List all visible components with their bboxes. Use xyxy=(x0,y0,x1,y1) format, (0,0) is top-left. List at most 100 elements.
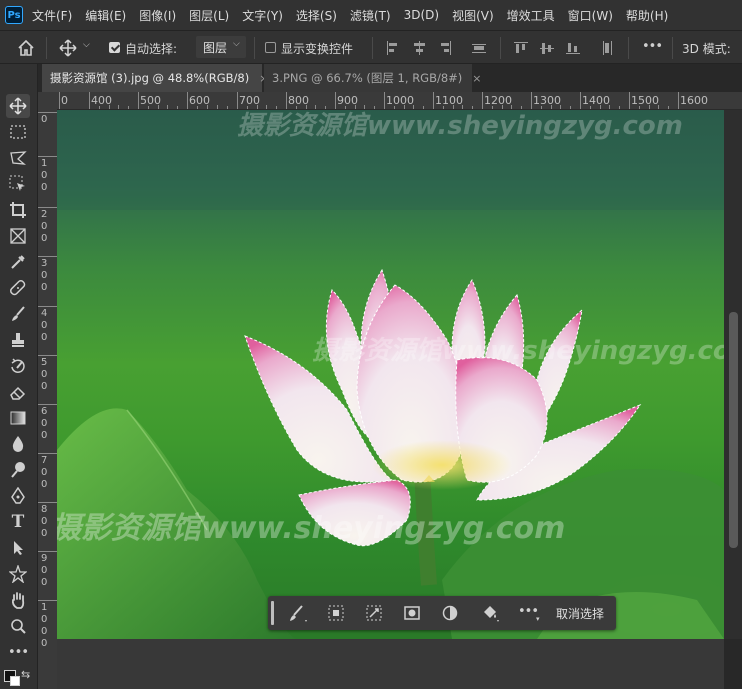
ruler-minor-tick xyxy=(462,105,464,109)
align-hcenter-icon[interactable] xyxy=(412,41,426,55)
ruler-tick xyxy=(237,92,238,109)
auto-select-dropdown[interactable]: 图层 ⌵ xyxy=(196,36,246,58)
watermark: 摄影资源馆www.sheyingzyg.com xyxy=(237,111,683,141)
ruler-label: 0 xyxy=(41,233,48,244)
menu-edit[interactable]: 编辑(E) xyxy=(85,7,126,24)
menu-plugins[interactable]: 增效工具 xyxy=(507,7,555,24)
history-brush-tool-icon[interactable] xyxy=(6,354,30,378)
menu-layer[interactable]: 图层(L) xyxy=(189,7,229,24)
align-right-icon[interactable] xyxy=(438,41,452,55)
object-select-tool-icon[interactable] xyxy=(6,172,30,196)
background-color-swatch[interactable] xyxy=(10,676,20,686)
ruler-minor-tick xyxy=(354,105,356,109)
ruler-tick xyxy=(286,92,287,109)
tab-document-1[interactable]: 摄影资源馆 (3).jpg @ 48.8%(RGB/8) × xyxy=(42,64,268,92)
ruler-minor-tick xyxy=(344,106,346,109)
clone-stamp-tool-icon[interactable] xyxy=(6,328,30,352)
menu-type[interactable]: 文字(Y) xyxy=(242,7,283,24)
more-options-icon[interactable]: ••• xyxy=(518,604,539,619)
close-icon[interactable]: × xyxy=(472,72,481,85)
more-options-button[interactable]: ••• xyxy=(642,39,663,54)
move-tool-icon[interactable] xyxy=(6,94,30,118)
align-vcenter-icon[interactable] xyxy=(540,41,554,55)
ruler-label: 6 xyxy=(41,406,48,417)
ruler-label: 0 xyxy=(41,270,48,281)
healing-brush-tool-icon[interactable] xyxy=(6,276,30,300)
ruler-corner xyxy=(38,92,57,110)
tools-panel: T ••• ⇆ xyxy=(0,64,38,689)
align-left-icon[interactable] xyxy=(386,41,400,55)
ruler-label: 0 xyxy=(41,182,48,193)
ruler-minor-tick xyxy=(276,106,278,109)
menu-select[interactable]: 选择(S) xyxy=(296,7,337,24)
ruler-label: 1300 xyxy=(533,94,561,107)
hand-tool-icon[interactable] xyxy=(6,588,30,612)
menu-window[interactable]: 窗口(W) xyxy=(568,7,613,24)
options-bar: ⌵ 自动选择: 图层 ⌵ 显示变换控件 ••• 3D 模式: xyxy=(0,30,742,64)
lasso-tool-icon[interactable] xyxy=(6,146,30,170)
document-tab-bar: » 摄影资源馆 (3).jpg @ 48.8%(RGB/8) × 3.PNG @… xyxy=(0,64,742,92)
shape-tool-icon[interactable] xyxy=(6,562,30,586)
ruler-minor-tick xyxy=(491,106,493,109)
ruler-tick xyxy=(38,306,57,307)
ruler-label: 0 xyxy=(61,94,68,107)
select-and-mask-icon[interactable] xyxy=(288,604,310,624)
frame-tool-icon[interactable] xyxy=(6,224,30,248)
show-transform-label: 显示变换控件 xyxy=(281,42,354,56)
menu-help[interactable]: 帮助(H) xyxy=(626,7,668,24)
blur-tool-icon[interactable] xyxy=(6,432,30,456)
distribute-icon[interactable] xyxy=(472,41,486,55)
align-top-icon[interactable] xyxy=(514,41,528,55)
menu-image[interactable]: 图像(I) xyxy=(139,7,176,24)
gradient-tool-icon[interactable] xyxy=(6,406,30,430)
menu-filter[interactable]: 滤镜(T) xyxy=(350,7,391,24)
ruler-label: 7 xyxy=(41,455,48,466)
document-canvas[interactable]: 摄影资源馆www.sheyingzyg.com 摄影资源馆www.sheying… xyxy=(57,110,724,639)
ruler-label: 0 xyxy=(41,626,48,637)
ruler-minor-tick xyxy=(295,106,297,109)
marquee-tool-icon[interactable] xyxy=(6,120,30,144)
auto-select-checkbox[interactable] xyxy=(109,42,120,53)
drag-handle[interactable] xyxy=(271,601,274,625)
zoom-tool-icon[interactable] xyxy=(6,614,30,638)
align-bottom-icon[interactable] xyxy=(566,41,580,55)
mask-icon[interactable] xyxy=(404,606,420,620)
pen-tool-icon[interactable] xyxy=(6,484,30,508)
deselect-button[interactable]: 取消选择 xyxy=(556,605,604,622)
brush-tool-icon[interactable] xyxy=(6,302,30,326)
type-tool-icon[interactable]: T xyxy=(6,510,30,534)
ruler-minor-tick xyxy=(118,105,120,109)
menu-file[interactable]: 文件(F) xyxy=(32,7,72,24)
fill-bucket-icon[interactable] xyxy=(480,604,502,624)
path-select-tool-icon[interactable] xyxy=(6,536,30,560)
menu-view[interactable]: 视图(V) xyxy=(452,7,494,24)
adjustment-layer-icon[interactable] xyxy=(442,605,458,621)
menu-3d[interactable]: 3D(D) xyxy=(404,8,439,22)
auto-select-value: 图层 xyxy=(203,41,228,55)
tab-document-2[interactable]: 3.PNG @ 66.7% (图层 1, RGB/8#) × xyxy=(264,64,482,92)
home-icon[interactable] xyxy=(17,40,35,56)
show-transform-checkbox[interactable] xyxy=(265,42,276,53)
more-tools-icon[interactable]: ••• xyxy=(6,640,30,664)
ruler-label: 0 xyxy=(41,614,48,625)
eyedropper-tool-icon[interactable] xyxy=(6,250,30,274)
ruler-minor-tick xyxy=(521,106,523,109)
distribute-v-icon[interactable] xyxy=(600,41,614,55)
swap-colors-icon[interactable]: ⇆ xyxy=(21,668,30,681)
move-tool-icon[interactable] xyxy=(58,39,78,57)
eraser-tool-icon[interactable] xyxy=(6,380,30,404)
modify-selection-icon[interactable] xyxy=(328,605,344,621)
chevron-down-icon[interactable]: ⌵ xyxy=(83,40,90,50)
tab-label: 3.PNG @ 66.7% (图层 1, RGB/8#) xyxy=(272,71,463,85)
ruler-minor-tick xyxy=(147,106,149,109)
vertical-ruler: 01002003004005006007008009001000 xyxy=(38,110,57,689)
flower-center-glow xyxy=(372,440,512,490)
crop-tool-icon[interactable] xyxy=(6,198,30,222)
ruler-label: 0 xyxy=(41,320,48,331)
scrollbar-thumb[interactable] xyxy=(729,312,738,548)
photoshop-logo: Ps xyxy=(5,6,23,24)
contextual-task-bar: ••• ▾ 取消选择 xyxy=(268,596,616,630)
ruler-minor-tick xyxy=(315,105,317,109)
dodge-tool-icon[interactable] xyxy=(6,458,30,482)
transform-selection-icon[interactable] xyxy=(366,605,382,621)
